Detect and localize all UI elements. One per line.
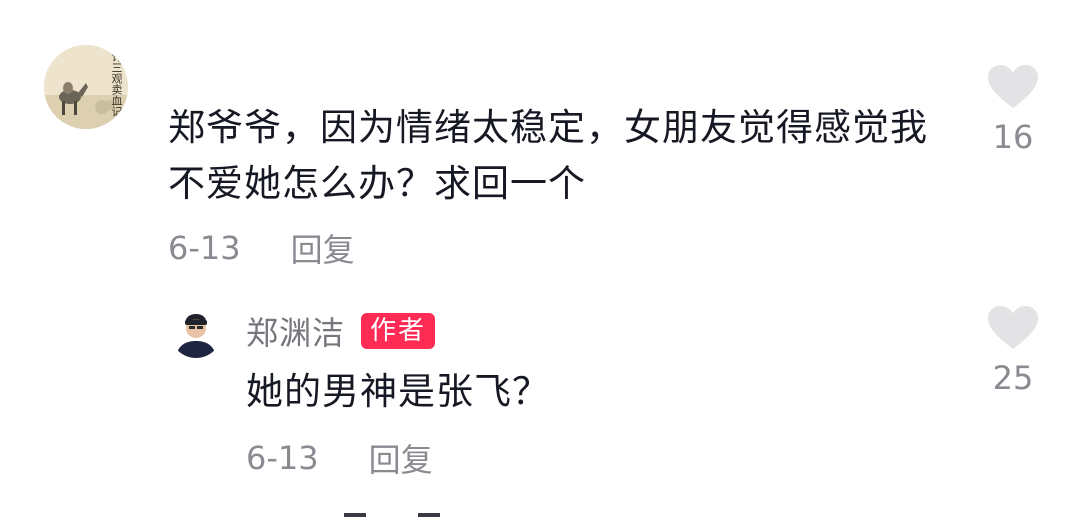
- comment-like-count: 16: [992, 118, 1034, 156]
- avatar-seal-text: 许三观卖血记: [110, 51, 123, 117]
- commenter-avatar[interactable]: 许三观卖血记: [44, 45, 128, 129]
- comment-date: 6-13: [168, 229, 241, 267]
- reply-like-count: 25: [992, 359, 1034, 397]
- reply-author-avatar[interactable]: [170, 306, 222, 358]
- comment-meta: 6-13 回复: [168, 226, 355, 270]
- next-row-edge: [340, 508, 460, 517]
- reply-meta: 6-13 回复: [246, 436, 433, 480]
- reply-author-line: 郑渊洁 作者: [246, 308, 436, 354]
- heart-icon: [988, 65, 1038, 108]
- reply-like-button[interactable]: 25: [973, 305, 1053, 397]
- clipped-text-shape: [344, 513, 440, 517]
- person-avatar-icon: [170, 306, 222, 358]
- reply-date: 6-13: [246, 439, 319, 477]
- comment-like-button[interactable]: 16: [973, 64, 1053, 156]
- heart-icon: [988, 306, 1038, 349]
- reply-author-name[interactable]: 郑渊洁: [246, 308, 345, 354]
- comment-thread: 许三观卖血记 郑爷爷，因为情绪太稳定，女朋友觉得感觉我不爱她怎么办？求回一个 6…: [0, 0, 1080, 517]
- author-badge: 作者: [361, 313, 436, 349]
- reply-button[interactable]: 回复: [291, 225, 355, 271]
- reply-text: 她的男神是张飞？: [246, 370, 550, 413]
- comment-text: 郑爷爷，因为情绪太稳定，女朋友觉得感觉我不爱她怎么办？求回一个: [168, 106, 928, 205]
- reply-reply-button[interactable]: 回复: [369, 435, 433, 481]
